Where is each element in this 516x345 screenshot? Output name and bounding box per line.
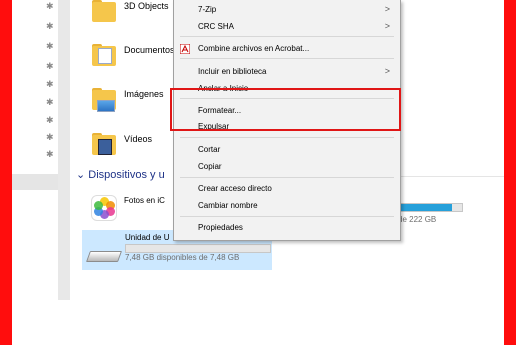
menu-item-include-library[interactable]: Incluir en biblioteca [198,67,266,76]
device-usb-capacity: 7,48 GB disponibles de 7,48 GB [125,253,240,262]
device-usb-name[interactable]: Unidad de U [125,233,169,242]
pin-icon[interactable]: ✱ [46,22,54,31]
pin-icon[interactable]: ✱ [46,42,54,51]
device-photos-name[interactable]: Fotos en iC [124,196,165,205]
pin-icon[interactable]: ✱ [46,116,54,125]
device-photos-capacity: de 222 GB [398,215,437,224]
menu-item-combine-acrobat[interactable]: Combine archivos en Acrobat... [198,44,309,53]
submenu-arrow-icon: > [384,21,390,31]
chevron-down-icon[interactable]: ⌄ [76,169,85,181]
pin-icon[interactable]: ✱ [46,80,54,89]
folder-imagenes-label[interactable]: Imágenes [124,89,164,99]
pin-icon[interactable]: ✱ [46,2,54,11]
pane-divider[interactable] [58,0,70,300]
folder-3d-objects-label[interactable]: 3D Objects [124,1,169,11]
submenu-arrow-icon: > [384,66,390,76]
menu-item-cut[interactable]: Cortar [198,145,220,154]
menu-separator [180,58,394,59]
left-frame-border [0,0,12,345]
pin-icon[interactable]: ✱ [46,98,54,107]
device-photos-usage-bar [393,203,463,212]
acrobat-icon [180,44,190,54]
device-usb-usage-bar [125,244,271,253]
section-title-text: Dispositivos y u [88,169,165,181]
folder-icon [92,0,118,22]
usb-drive-icon [85,251,123,262]
menu-separator [180,36,394,37]
navigation-pane: ✱ ✱ ✱ ✱ ✱ ✱ ✱ ✱ ✱ [12,0,58,345]
right-frame-border [504,0,516,345]
section-devices-title[interactable]: ⌄ Dispositivos y u [76,168,165,181]
pin-icon[interactable]: ✱ [46,133,54,142]
menu-item-crc-sha[interactable]: CRC SHA [198,22,234,31]
document-icon [98,48,112,64]
highlight-annotation-box [170,88,401,131]
pin-icon[interactable]: ✱ [46,62,54,71]
menu-item-copy[interactable]: Copiar [198,162,222,171]
menu-separator [180,137,394,138]
submenu-arrow-icon: > [384,4,390,14]
menu-separator [180,177,394,178]
folder-documentos-label[interactable]: Documentos [124,45,175,55]
pin-icon[interactable]: ✱ [46,150,54,159]
film-icon [98,139,112,155]
menu-item-properties[interactable]: Propiedades [198,223,243,232]
usage-bar-fill [394,204,452,211]
menu-item-create-shortcut[interactable]: Crear acceso directo [198,184,272,193]
folder-videos-label[interactable]: Vídeos [124,134,152,144]
menu-item-rename[interactable]: Cambiar nombre [198,201,258,210]
image-icon [97,100,115,112]
menu-item-7zip[interactable]: 7-Zip [198,5,216,14]
photos-app-icon [91,195,117,221]
menu-separator [180,216,394,217]
